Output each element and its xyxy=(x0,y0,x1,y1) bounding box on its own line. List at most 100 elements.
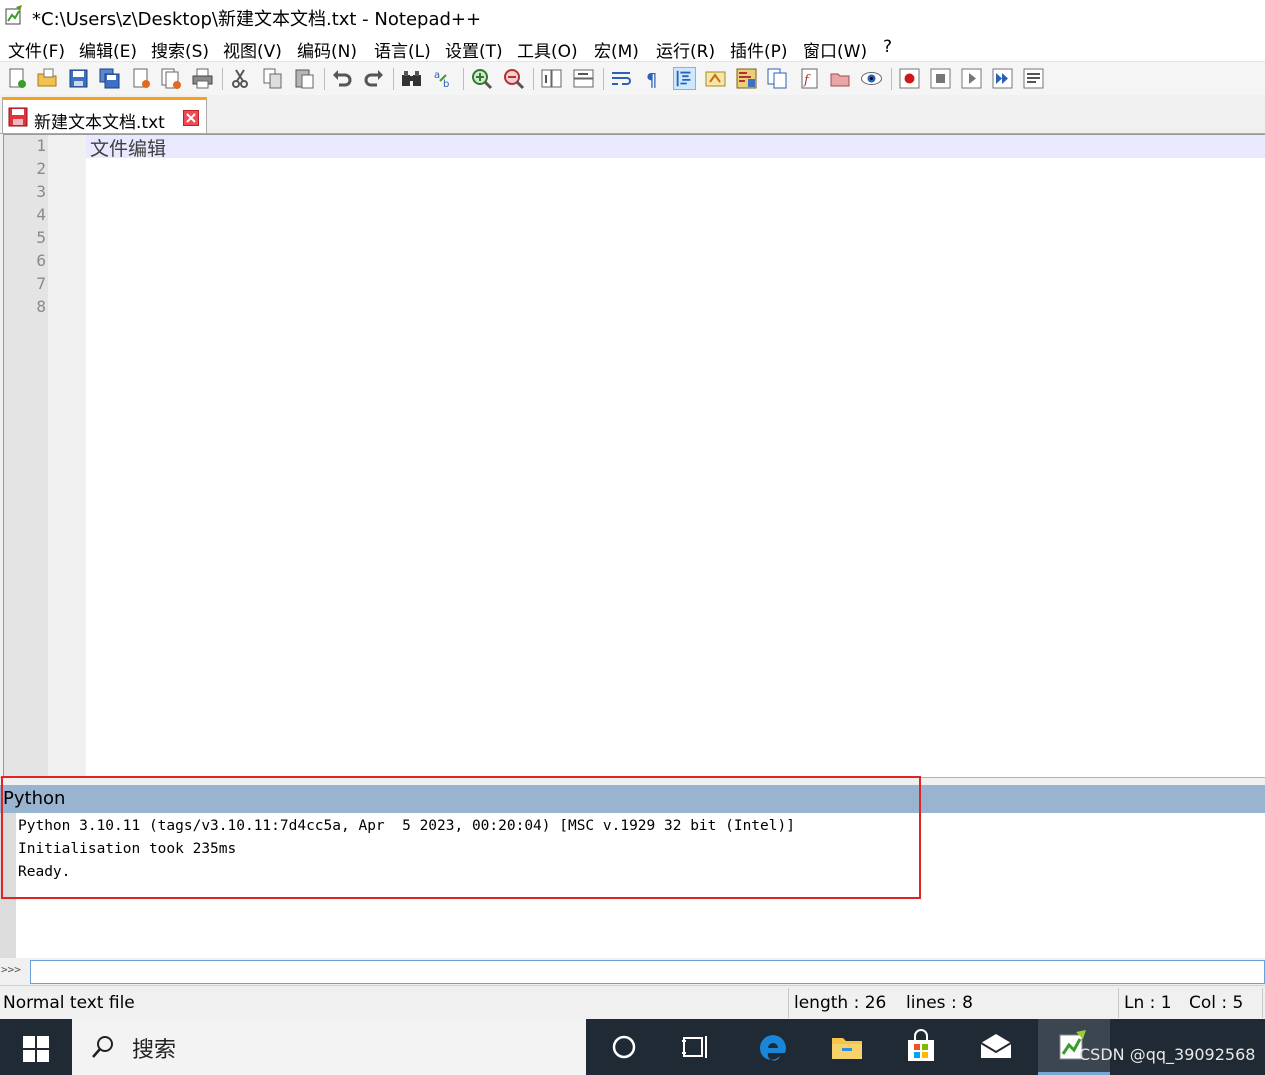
line-number: 3 xyxy=(36,182,46,201)
status-separator xyxy=(788,988,789,1018)
record-macro-icon[interactable] xyxy=(898,67,921,90)
store-icon[interactable] xyxy=(903,1029,939,1065)
status-line-number: Ln : 1 xyxy=(1124,993,1172,1013)
line-number: 4 xyxy=(36,205,46,224)
folder-workspace-icon[interactable] xyxy=(829,67,852,90)
sync-horizontal-icon[interactable] xyxy=(572,67,595,90)
edge-icon[interactable] xyxy=(755,1029,791,1065)
line-number-gutter: 1 2 3 4 5 6 7 8 xyxy=(4,135,48,778)
svg-text:b: b xyxy=(443,79,449,90)
replace-icon[interactable]: ab xyxy=(432,67,455,90)
open-file-icon[interactable] xyxy=(36,67,59,90)
line-number: 2 xyxy=(36,159,46,178)
cortana-icon[interactable] xyxy=(606,1029,642,1065)
file-explorer-icon[interactable] xyxy=(829,1029,865,1065)
toolbar-separator xyxy=(222,68,223,90)
fold-margin[interactable] xyxy=(48,135,86,778)
indent-guide-icon[interactable] xyxy=(673,67,696,90)
zoom-in-icon[interactable] xyxy=(470,67,493,90)
menu-view[interactable]: 视图(V) xyxy=(223,37,282,62)
start-button[interactable] xyxy=(0,1019,72,1075)
document-map-icon[interactable] xyxy=(735,67,758,90)
toolbar-separator xyxy=(891,68,892,90)
watermark-text: CSDN @qq_39092568 xyxy=(1079,1045,1256,1064)
paste-icon[interactable] xyxy=(293,67,316,90)
stop-record-icon[interactable] xyxy=(929,67,952,90)
editor-line-1-text[interactable]: 文件编辑 xyxy=(90,134,166,161)
play-macro-icon[interactable] xyxy=(960,67,983,90)
line-number: 7 xyxy=(36,274,46,293)
search-icon xyxy=(92,1036,113,1058)
unsaved-disk-icon xyxy=(8,107,28,127)
copy-icon[interactable] xyxy=(261,67,284,90)
save-all-icon[interactable] xyxy=(98,67,121,90)
line-number: 8 xyxy=(36,297,46,316)
menu-encoding[interactable]: 编码(N) xyxy=(297,37,357,62)
status-separator xyxy=(1262,988,1263,1018)
print-icon[interactable] xyxy=(191,67,214,90)
redo-icon[interactable] xyxy=(362,67,385,90)
cut-icon[interactable] xyxy=(229,67,252,90)
menu-plugins[interactable]: 插件(P) xyxy=(730,37,788,62)
menu-file[interactable]: 文件(F) xyxy=(8,37,65,62)
editor-area[interactable]: 1 2 3 4 5 6 7 8 文件编辑 xyxy=(3,134,1265,778)
status-column: Col : 5 xyxy=(1189,993,1244,1013)
mail-icon[interactable] xyxy=(978,1029,1014,1065)
document-list-icon[interactable] xyxy=(766,67,789,90)
title-bar: *C:\Users\z\Desktop\新建文本文档.txt - Notepad… xyxy=(0,0,1265,33)
save-macro-icon[interactable] xyxy=(1022,67,1045,90)
tab-label: 新建文本文档.txt xyxy=(34,113,165,133)
status-lines: lines : 8 xyxy=(906,993,973,1013)
notepad-plus-plus-icon xyxy=(5,5,22,25)
windows-taskbar: 搜索 CSDN @qq_39092568 xyxy=(0,1019,1265,1075)
monitoring-icon[interactable] xyxy=(860,67,883,90)
svg-text:a: a xyxy=(434,70,440,81)
menu-search[interactable]: 搜索(S) xyxy=(151,37,209,62)
toolbar: ab ¶ f xyxy=(0,61,1265,96)
word-wrap-icon[interactable] xyxy=(610,67,633,90)
close-icon[interactable] xyxy=(130,67,153,90)
menu-macro[interactable]: 宏(M) xyxy=(594,37,639,62)
console-input-row: >>> xyxy=(0,958,1265,985)
current-line-highlight xyxy=(86,135,1265,158)
menu-tools[interactable]: 工具(O) xyxy=(517,37,578,62)
svg-text:¶: ¶ xyxy=(646,70,657,90)
show-all-chars-icon[interactable]: ¶ xyxy=(641,67,664,90)
toolbar-separator xyxy=(533,68,534,90)
line-number: 1 xyxy=(36,136,46,155)
menu-edit[interactable]: 编辑(E) xyxy=(79,37,137,62)
tab-close-icon[interactable] xyxy=(183,110,199,126)
console-prompt: >>> xyxy=(1,963,21,976)
status-separator xyxy=(1118,988,1119,1018)
function-list-icon[interactable]: f xyxy=(798,67,821,90)
save-icon[interactable] xyxy=(67,67,90,90)
status-file-type: Normal text file xyxy=(3,993,135,1013)
sync-vertical-icon[interactable] xyxy=(540,67,563,90)
task-view-icon[interactable] xyxy=(678,1029,714,1065)
find-icon[interactable] xyxy=(400,67,423,90)
run-macro-multiple-icon[interactable] xyxy=(991,67,1014,90)
console-input[interactable] xyxy=(30,960,1265,984)
menu-language[interactable]: 语言(L) xyxy=(374,37,431,62)
zoom-out-icon[interactable] xyxy=(502,67,525,90)
line-number: 5 xyxy=(36,228,46,247)
annotation-highlight-box xyxy=(1,776,921,899)
menu-settings[interactable]: 设置(T) xyxy=(445,37,503,62)
user-language-icon[interactable] xyxy=(704,67,727,90)
window-title: *C:\Users\z\Desktop\新建文本文档.txt - Notepad… xyxy=(32,9,482,30)
windows-start-icon xyxy=(23,1036,49,1062)
menu-help[interactable]: ? xyxy=(883,37,892,57)
toolbar-separator xyxy=(324,68,325,90)
new-file-icon[interactable] xyxy=(6,67,29,90)
status-length: length : 26 xyxy=(794,993,887,1013)
toolbar-separator xyxy=(393,68,394,90)
line-number: 6 xyxy=(36,251,46,270)
menu-window[interactable]: 窗口(W) xyxy=(803,37,867,62)
tab-bar: 新建文本文档.txt xyxy=(0,95,1265,134)
menu-run[interactable]: 运行(R) xyxy=(656,37,715,62)
close-all-icon[interactable] xyxy=(160,67,183,90)
taskbar-search-box[interactable]: 搜索 xyxy=(72,1019,586,1075)
tab-new-text-document[interactable]: 新建文本文档.txt xyxy=(2,97,207,133)
undo-icon[interactable] xyxy=(331,67,354,90)
search-placeholder: 搜索 xyxy=(132,1038,177,1063)
